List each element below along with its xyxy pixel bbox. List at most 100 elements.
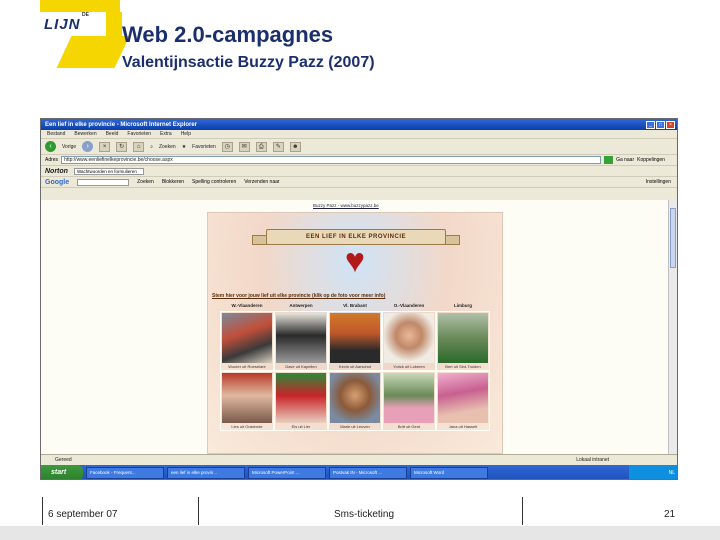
candidate-grid: W.-Vlaanderen Antwerpen Vl. Brabant O.-V… (220, 303, 492, 431)
candidate-caption: Jana uit Hasselt (448, 424, 478, 429)
print-icon[interactable]: ⎙ (255, 141, 267, 152)
candidate-photo[interactable] (438, 313, 488, 363)
refresh-icon[interactable]: ↻ (116, 141, 128, 152)
go-arrow-icon[interactable] (604, 156, 614, 164)
google-logo: Google (45, 178, 70, 186)
google-toolbar: Google Zoeken Blokkeren Spelling control… (41, 177, 677, 188)
browser-window: Een lief in elke provincie - Microsoft I… (40, 118, 678, 480)
menu-bar: Bestand Bewerken Beeld Favorieten Extra … (41, 130, 677, 139)
province-header: Vl. Brabant (343, 303, 367, 308)
candidate-card[interactable]: Lies uit Oostende (220, 371, 274, 431)
google-search-input[interactable] (77, 178, 130, 186)
browser-titlebar: Een lief in elke provincie - Microsoft I… (41, 119, 677, 130)
menu-item-favorites[interactable]: Favorieten (127, 131, 151, 137)
candidate-caption: Wouter uit Roeselare (228, 364, 266, 369)
address-label: Adres (45, 157, 59, 163)
menu-item-tools[interactable]: Extra (160, 131, 172, 137)
go-button[interactable]: Ga naar (616, 157, 634, 163)
candidate-caption: Lies uit Oostende (231, 424, 263, 429)
google-settings-button[interactable]: Instellingen (646, 179, 677, 185)
footer-divider (42, 497, 43, 525)
back-arrow-icon[interactable]: ‹ (45, 141, 56, 152)
footer-divider (198, 497, 199, 525)
windows-taskbar: start Facebook - Frequent... een lief in… (41, 465, 677, 479)
slide-title: Web 2.0-campagnes (122, 22, 334, 47)
norton-toolbar: Norton Wachtwoorden en formulieren (41, 166, 677, 177)
candidate-card[interactable]: Marie uit Leuven (328, 371, 382, 431)
google-search-button[interactable]: Zoeken (137, 179, 154, 185)
province-header: W.-Vlaanderen (231, 303, 263, 308)
footer-divider (522, 497, 523, 525)
candidate-card[interactable]: Kevin uit Aarschot (328, 311, 382, 371)
norton-logo: Norton (45, 167, 68, 175)
close-button[interactable]: × (666, 120, 675, 129)
history-icon[interactable]: ◷ (221, 141, 233, 152)
favorites-star-icon[interactable]: ★ (182, 144, 186, 150)
candidate-card[interactable]: Jana uit Hasselt (436, 371, 490, 431)
window-title: Een lief in elke provincie - Microsoft I… (45, 121, 198, 128)
status-text: Gereed (55, 457, 72, 463)
messenger-icon[interactable]: ☻ (289, 141, 301, 152)
status-zone: Lokaal intranet (576, 457, 609, 463)
candidate-caption: Kevin uit Aarschot (338, 364, 372, 369)
footer-page-number: 21 (664, 509, 676, 520)
norton-password-field[interactable]: Wachtwoorden en formulieren (73, 167, 144, 175)
candidate-photo[interactable] (330, 373, 380, 423)
search-label[interactable]: Zoeken (159, 144, 176, 150)
taskbar-item[interactable]: Postvak IN - Microsoft ... (329, 467, 407, 479)
menu-item-view[interactable]: Beeld (106, 131, 119, 137)
page-header-link[interactable]: Buzzy Pazz - www.buzzypazz.be (313, 203, 379, 208)
candidate-photo[interactable] (384, 313, 434, 363)
home-icon[interactable]: ⌂ (133, 141, 145, 152)
google-block-button[interactable]: Blokkeren (162, 179, 184, 185)
scrollbar-thumb[interactable] (670, 208, 676, 268)
candidate-card[interactable]: Yorick uit Lokeren (382, 311, 436, 371)
candidate-photo[interactable] (438, 373, 488, 423)
maximize-button[interactable]: □ (656, 120, 665, 129)
page-content: Buzzy Pazz - www.buzzypazz.be EEN LIEF I… (41, 200, 669, 454)
stop-icon[interactable]: × (99, 141, 111, 152)
candidate-caption: Yorick uit Lokeren (393, 364, 425, 369)
candidate-card[interactable]: Els uit Lier (274, 371, 328, 431)
menu-item-file[interactable]: Bestand (47, 131, 65, 137)
heart-icon: ♥ (344, 242, 366, 280)
candidate-photo[interactable] (222, 373, 272, 423)
candidate-photo[interactable] (384, 373, 434, 423)
start-button[interactable]: start (41, 465, 83, 479)
taskbar-item[interactable]: Microsoft Word (410, 467, 488, 479)
taskbar-item[interactable]: Facebook - Frequent... (86, 467, 164, 479)
forward-arrow-icon[interactable]: › (82, 141, 94, 152)
links-label[interactable]: Koppelingen (637, 157, 665, 163)
menu-item-edit[interactable]: Bewerken (74, 131, 96, 137)
slide-subtitle: Valentijnsactie Buzzy Pazz (2007) (122, 54, 375, 71)
edit-icon[interactable]: ✎ (272, 141, 284, 152)
candidate-card[interactable]: Wouter uit Roeselare (220, 311, 274, 371)
province-header: O.-Vlaanderen (393, 303, 425, 308)
google-spellcheck-button[interactable]: Spelling controleren (192, 179, 236, 185)
candidate-photo[interactable] (222, 313, 272, 363)
address-input[interactable]: http://www.eenliefinelkeprovincie.be/cho… (61, 156, 602, 164)
taskbar-item[interactable]: Microsoft PowerPoint ... (248, 467, 326, 479)
minimize-button[interactable]: _ (646, 120, 655, 129)
status-bar: Gereed Lokaal intranet (41, 454, 677, 465)
navigation-toolbar: ‹ Vorige › × ↻ ⌂ ⌕ Zoeken ★ Favorieten ◷… (41, 139, 677, 155)
search-icon[interactable]: ⌕ (150, 144, 153, 150)
province-header: Antwerpen (289, 303, 313, 308)
page-scrollbar[interactable] (668, 200, 677, 454)
back-label[interactable]: Vorige (62, 144, 76, 150)
mail-icon[interactable]: ✉ (238, 141, 250, 152)
candidate-photo[interactable] (330, 313, 380, 363)
favorites-label[interactable]: Favorieten (192, 144, 216, 150)
google-send-button[interactable]: Verzenden naar (244, 179, 279, 185)
candidate-photo[interactable] (276, 313, 326, 363)
vote-instruction[interactable]: Stem hier voor jouw lief uit elke provin… (212, 293, 502, 299)
system-tray[interactable]: NL (629, 465, 677, 479)
candidate-card[interactable]: Dave uit Kapellen (274, 311, 328, 371)
candidate-card[interactable]: Britt uit Gent (382, 371, 436, 431)
candidate-photo[interactable] (276, 373, 326, 423)
menu-item-help[interactable]: Help (181, 131, 191, 137)
candidate-caption: Dave uit Kapellen (285, 364, 317, 369)
candidate-card[interactable]: Bert uit Sint-Truiden (436, 311, 490, 371)
de-lijn-logo: DE LIJN (22, 0, 130, 70)
taskbar-item[interactable]: een lief in elke provin... (167, 467, 245, 479)
